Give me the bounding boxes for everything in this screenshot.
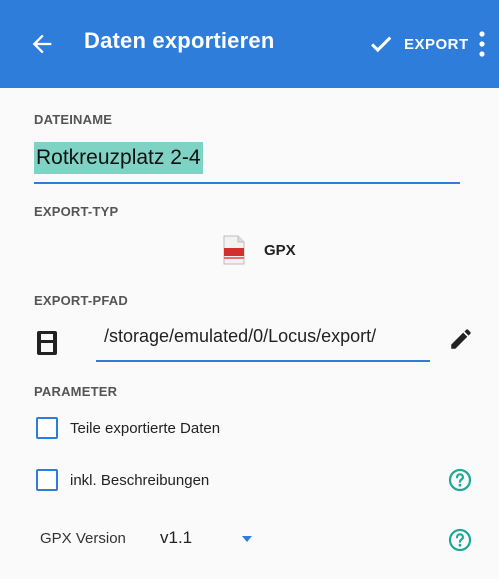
check-icon [371, 36, 392, 53]
export-path-section-label: EXPORT-PFAD [34, 293, 128, 308]
gpx-version-dropdown[interactable]: v1.1 [160, 528, 192, 548]
share-exported-data-row[interactable]: Teile exportierte Daten [36, 414, 220, 442]
include-descriptions-checkbox[interactable] [36, 469, 58, 491]
arrow-left-icon[interactable] [28, 30, 56, 58]
share-exported-data-checkbox[interactable] [36, 417, 58, 439]
parameters-section-label: PARAMETER [34, 384, 118, 399]
page-title: Daten exportieren [84, 28, 275, 53]
more-vert-icon[interactable] [478, 30, 486, 58]
gpx-file-icon [223, 235, 245, 265]
export-type-selector[interactable]: GPX [222, 232, 296, 268]
export-path-input[interactable]: /storage/emulated/0/Locus/export/ [96, 316, 430, 362]
export-button-label: EXPORT [404, 35, 469, 53]
export-type-value: GPX [264, 241, 296, 259]
include-descriptions-row[interactable]: inkl. Beschreibungen [36, 466, 209, 494]
chevron-down-icon[interactable] [240, 534, 254, 544]
export-button[interactable]: EXPORT [368, 28, 469, 60]
pencil-icon[interactable] [448, 326, 474, 352]
export-type-section-label: EXPORT-TYP [34, 204, 119, 219]
gpx-version-label: GPX Version [40, 530, 126, 547]
help-circle-icon[interactable] [448, 468, 472, 492]
filename-input[interactable]: Rotkreuzplatz 2-4 [34, 138, 460, 184]
sd-card-icon [37, 331, 57, 355]
help-circle-icon[interactable] [448, 528, 472, 552]
export-path-value: /storage/emulated/0/Locus/export/ [104, 326, 377, 346]
filename-value: Rotkreuzplatz 2-4 [34, 142, 203, 174]
filename-section-label: DATEINAME [34, 112, 113, 127]
share-exported-data-label: Teile exportierte Daten [70, 419, 221, 437]
include-descriptions-label: inkl. Beschreibungen [70, 471, 210, 489]
app-bar: Daten exportieren EXPORT [0, 0, 499, 88]
